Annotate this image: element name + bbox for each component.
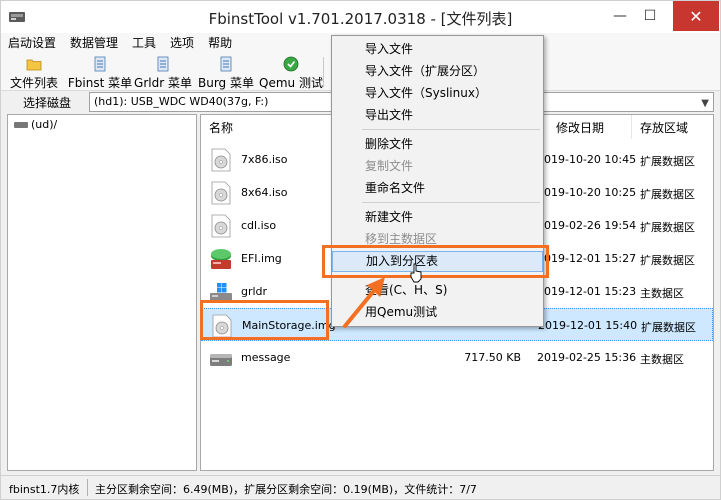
status-divider xyxy=(87,479,88,496)
file-zone: 主数据区 xyxy=(640,287,684,300)
qemu-test-button[interactable]: Qemu 测试 xyxy=(259,53,323,91)
disc-icon xyxy=(211,214,231,238)
toolbar-separator xyxy=(323,57,324,87)
menu-item-import-syslinux[interactable]: 导入文件（Syslinux） xyxy=(332,83,543,104)
tree-item-root[interactable]: (ud)/ xyxy=(14,118,57,131)
burg-menu-button[interactable]: Burg 菜单 xyxy=(193,53,259,91)
tree-item-label: (ud)/ xyxy=(31,118,58,131)
annotation-arrow-icon xyxy=(343,277,385,328)
disc-icon xyxy=(211,148,231,172)
file-zone: 扩展数据区 xyxy=(641,321,696,334)
drive-icon xyxy=(14,122,28,128)
file-zone: 扩展数据区 xyxy=(640,155,695,168)
menu-item-import-extended[interactable]: 导入文件（扩展分区） xyxy=(332,61,543,82)
burg-menu-label: Burg 菜单 xyxy=(198,76,254,90)
file-zone: 扩展数据区 xyxy=(640,254,695,267)
document-icon xyxy=(220,56,232,72)
file-zone: 扩展数据区 xyxy=(640,221,695,234)
document-icon xyxy=(157,56,169,72)
title-bar: FbinstTool v1.701.2017.0318 - [文件列表] — ☐… xyxy=(1,1,720,33)
file-date: 2019-10-20 10:45 xyxy=(537,153,637,166)
file-date: 2019-12-01 15:23 xyxy=(537,285,637,298)
file-date: 2019-12-01 15:27 xyxy=(537,252,637,265)
file-name: 7x86.iso xyxy=(241,153,288,166)
mouse-cursor-icon xyxy=(410,263,422,283)
file-list-label: 文件列表 xyxy=(9,76,58,90)
menu-boot-settings[interactable]: 启动设置 xyxy=(1,33,63,53)
disk-image-icon xyxy=(211,249,231,269)
menu-item-rename-file[interactable]: 重命名文件 xyxy=(332,178,543,199)
qemu-icon xyxy=(283,56,299,72)
menu-help[interactable]: 帮助 xyxy=(201,33,239,53)
disc-icon xyxy=(211,181,231,205)
file-size: 717.50 KB xyxy=(464,351,521,364)
file-name: EFI.img xyxy=(241,252,282,265)
menu-item-copy-file[interactable]: 复制文件 xyxy=(332,156,543,177)
fbinst-menu-button[interactable]: Fbinst 菜单 xyxy=(67,53,133,91)
file-zone: 主数据区 xyxy=(640,353,684,366)
folder-icon xyxy=(26,59,42,71)
grldr-menu-label: Grldr 菜单 xyxy=(134,76,192,90)
file-date: 2019-02-25 15:36 xyxy=(537,351,637,364)
file-name: grldr xyxy=(241,285,268,298)
column-header-modified[interactable]: 修改日期 xyxy=(546,115,632,139)
document-icon xyxy=(94,56,106,72)
menu-item-delete-file[interactable]: 删除文件 xyxy=(332,134,543,155)
disk-label: 选择磁盘 xyxy=(23,96,72,110)
app-window: FbinstTool v1.701.2017.0318 - [文件列表] — ☐… xyxy=(0,0,721,500)
file-date: 2019-10-20 10:25 xyxy=(537,186,637,199)
menu-item-new-file[interactable]: 新建文件 xyxy=(332,207,543,228)
maximize-button[interactable]: ☐ xyxy=(635,1,665,31)
file-name: cdl.iso xyxy=(241,219,277,232)
minimize-button[interactable]: — xyxy=(605,1,635,31)
highlight-selected-file xyxy=(200,300,329,340)
menu-separator xyxy=(362,129,540,130)
qemu-test-label: Qemu 测试 xyxy=(259,76,323,90)
grldr-menu-button[interactable]: Grldr 菜单 xyxy=(133,53,193,91)
menu-separator xyxy=(362,202,540,203)
file-name: message xyxy=(241,351,291,364)
menu-data-management[interactable]: 数据管理 xyxy=(63,33,125,53)
folder-tree[interactable]: (ud)/ xyxy=(7,114,197,471)
drive-icon xyxy=(210,354,232,366)
menu-options[interactable]: 选项 xyxy=(163,33,201,53)
status-bar: fbinst1.7内核 主分区剩余空间：6.49(MB)，扩展分区剩余空间：0.… xyxy=(1,475,720,499)
status-space: 主分区剩余空间：6.49(MB)，扩展分区剩余空间：0.19(MB)，文件统计：… xyxy=(95,483,477,496)
menu-item-export-file[interactable]: 导出文件 xyxy=(332,105,543,126)
close-button[interactable]: ✕ xyxy=(673,1,719,31)
menu-tools[interactable]: 工具 xyxy=(125,33,163,53)
disk-select-value: (hd1): USB_WDC WD40(37g, F:) xyxy=(94,95,269,108)
file-date: 2019-02-26 19:54 xyxy=(537,219,637,232)
column-header-name[interactable]: 名称 xyxy=(201,115,351,139)
chevron-down-icon[interactable]: ▼ xyxy=(701,95,709,113)
file-list-button[interactable]: 文件列表 xyxy=(1,53,67,91)
column-header-zone[interactable]: 存放区域 xyxy=(632,115,713,139)
menu-item-import-file[interactable]: 导入文件 xyxy=(332,39,543,60)
file-zone: 扩展数据区 xyxy=(640,188,695,201)
status-kernel: fbinst1.7内核 xyxy=(9,483,80,496)
file-date: 2019-12-01 15:40 xyxy=(538,319,638,332)
table-row[interactable]: message 717.50 KB 2019-02-25 15:36 主数据区 xyxy=(201,341,713,374)
fbinst-menu-label: Fbinst 菜单 xyxy=(67,76,133,90)
file-name: 8x64.iso xyxy=(241,186,288,199)
